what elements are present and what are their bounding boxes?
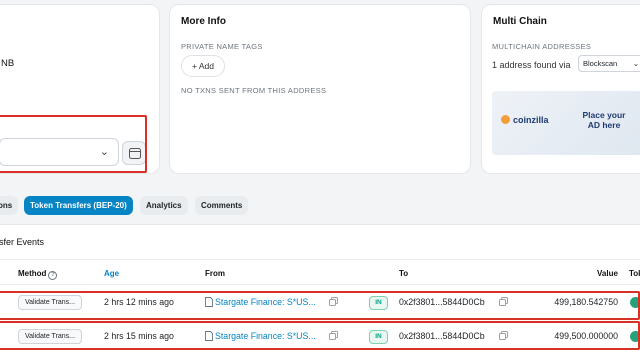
multi-chain-card: Multi Chain MULTICHAIN ADDRESSES 1 addre… (481, 4, 640, 174)
ad-promo-text: Place your AD here (574, 110, 634, 130)
blockscan-select-label: Blockscan (583, 59, 618, 68)
tab-analytics[interactable]: Analytics (140, 196, 188, 215)
multi-chain-title: Multi Chain (493, 16, 547, 27)
column-header-method: Method? (18, 269, 58, 280)
tab-comments[interactable]: Comments (195, 196, 249, 215)
row-highlight-box (0, 291, 640, 320)
coinzilla-logo-text: coinzilla (513, 115, 549, 125)
private-name-tags-label: PRIVATE NAME TAGS (181, 42, 263, 51)
address-found-text: 1 address found via (492, 60, 571, 70)
more-info-title: More Info (181, 16, 226, 27)
coinzilla-dot-icon (501, 115, 510, 124)
ad-promo-line2: AD here (587, 120, 621, 130)
ad-promo-line1: Place your (582, 110, 626, 120)
token-select-highlight (0, 115, 147, 173)
method-header-label: Method (18, 269, 47, 278)
coinzilla-logo: coinzilla (501, 115, 549, 125)
header-divider-top (0, 259, 640, 260)
bnb-balance-label: NB (1, 58, 15, 69)
column-header-value: Value (597, 269, 618, 278)
column-header-to: To (399, 269, 409, 278)
column-header-from: From (205, 269, 225, 278)
transfer-events-title: nsfer Events (0, 237, 45, 247)
column-header-age[interactable]: Age (104, 269, 119, 278)
header-divider-bottom (0, 284, 640, 285)
more-info-card: More Info PRIVATE NAME TAGS + Add NO TXN… (169, 4, 471, 174)
no-txns-label: NO TXNS SENT FROM THIS ADDRESS (181, 86, 327, 95)
blockscan-select[interactable]: Blockscan ⌄ (578, 55, 640, 72)
chevron-down-icon: ⌄ (632, 59, 639, 68)
multichain-addresses-label: MULTICHAIN ADDRESSES (492, 42, 592, 51)
tab-token-transfers[interactable]: Token Transfers (BEP-20) (24, 196, 133, 215)
add-name-tag-button[interactable]: + Add (181, 55, 225, 77)
question-icon[interactable]: ? (48, 271, 58, 280)
tab-transactions[interactable]: ons (0, 196, 19, 215)
column-header-token: Tok (629, 269, 640, 278)
row-highlight-box (0, 321, 640, 350)
ad-banner[interactable]: coinzilla Place your AD here (492, 91, 640, 155)
